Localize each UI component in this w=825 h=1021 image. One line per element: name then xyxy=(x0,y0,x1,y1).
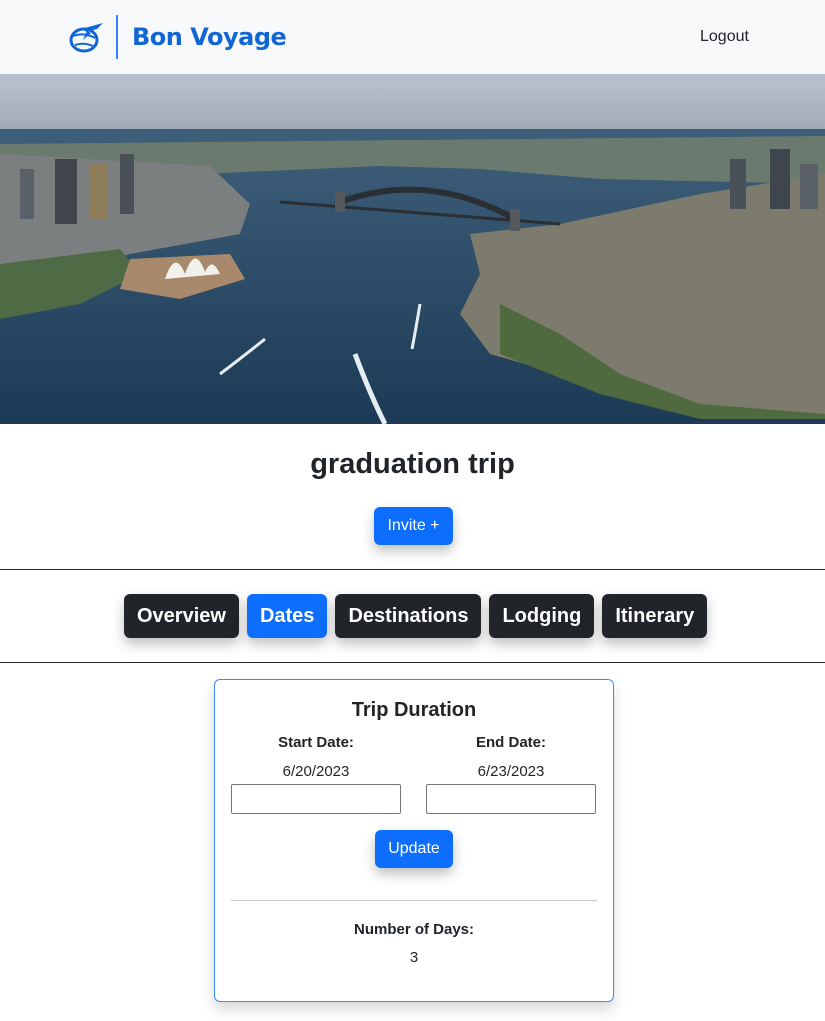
start-date-input[interactable] xyxy=(231,784,401,814)
plane-globe-icon xyxy=(66,17,106,57)
card-divider xyxy=(231,900,597,901)
end-date-value: 6/23/2023 xyxy=(477,763,545,780)
trip-title: graduation trip xyxy=(310,448,515,480)
brand-name[interactable]: Bon Voyage xyxy=(132,23,287,51)
brand[interactable]: Bon Voyage xyxy=(66,14,287,60)
start-date-label: Start Date: xyxy=(278,734,354,751)
trip-duration-card: Trip Duration Start Date: 6/20/2023 End … xyxy=(214,679,614,1002)
invite-button[interactable]: Invite + xyxy=(374,507,453,545)
tab-overview[interactable]: Overview xyxy=(124,594,239,638)
start-date-value: 6/20/2023 xyxy=(282,763,350,780)
brand-divider xyxy=(116,15,118,59)
tab-lodging[interactable]: Lodging xyxy=(489,594,595,638)
hero-image xyxy=(0,74,825,424)
end-date-column: End Date: 6/23/2023 xyxy=(426,734,596,780)
number-of-days-value: 3 xyxy=(409,949,419,966)
card-title: Trip Duration xyxy=(351,699,477,721)
tab-dates[interactable]: Dates xyxy=(246,594,328,638)
update-button[interactable]: Update xyxy=(375,830,453,868)
tab-itinerary[interactable]: Itinerary xyxy=(602,594,708,638)
start-date-column: Start Date: 6/20/2023 xyxy=(231,734,401,780)
navbar: Bon Voyage Logout xyxy=(0,0,825,74)
section-divider-top xyxy=(0,569,825,570)
end-date-input[interactable] xyxy=(426,784,596,814)
tab-destinations[interactable]: Destinations xyxy=(335,594,482,638)
section-divider-bottom xyxy=(0,662,825,663)
end-date-label: End Date: xyxy=(475,734,546,751)
number-of-days-label: Number of Days: xyxy=(353,921,475,938)
logout-link[interactable]: Logout xyxy=(700,28,749,46)
trip-tabs: Overview Dates Destinations Lodging Itin… xyxy=(124,594,708,638)
